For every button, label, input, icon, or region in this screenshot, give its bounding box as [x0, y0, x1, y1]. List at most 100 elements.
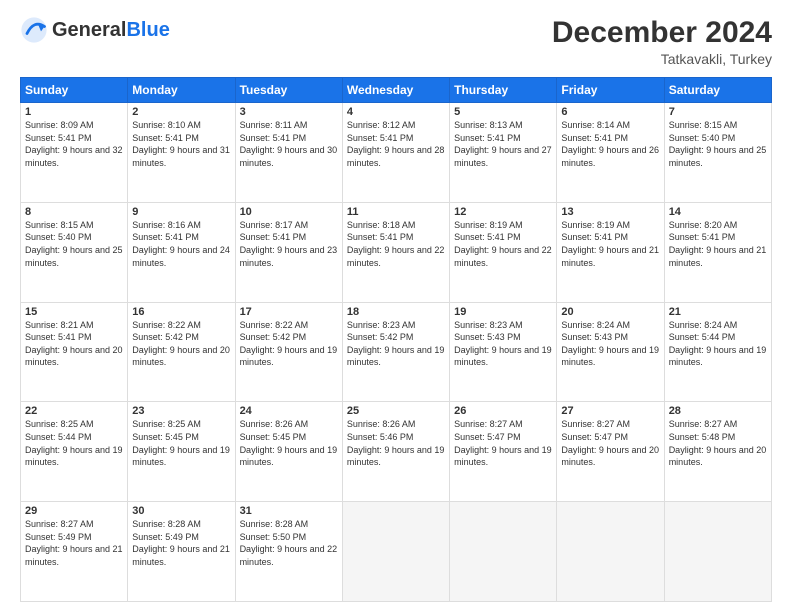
- day-number: 13: [561, 206, 659, 218]
- day-number: 31: [240, 505, 338, 517]
- table-row: 13Sunrise: 8:19 AMSunset: 5:41 PMDayligh…: [557, 202, 664, 302]
- logo: GeneralBlue: [20, 16, 170, 44]
- day-number: 19: [454, 306, 552, 318]
- table-row: [557, 502, 664, 602]
- table-row: 9Sunrise: 8:16 AMSunset: 5:41 PMDaylight…: [128, 202, 235, 302]
- day-number: 11: [347, 206, 445, 218]
- day-info: Sunrise: 8:20 AMSunset: 5:41 PMDaylight:…: [669, 219, 767, 269]
- table-row: 20Sunrise: 8:24 AMSunset: 5:43 PMDayligh…: [557, 302, 664, 402]
- day-number: 12: [454, 206, 552, 218]
- day-number: 5: [454, 106, 552, 118]
- day-info: Sunrise: 8:25 AMSunset: 5:45 PMDaylight:…: [132, 418, 230, 468]
- table-row: 23Sunrise: 8:25 AMSunset: 5:45 PMDayligh…: [128, 402, 235, 502]
- day-info: Sunrise: 8:22 AMSunset: 5:42 PMDaylight:…: [132, 319, 230, 369]
- header-thursday: Thursday: [450, 78, 557, 103]
- day-info: Sunrise: 8:09 AMSunset: 5:41 PMDaylight:…: [25, 119, 123, 169]
- day-info: Sunrise: 8:10 AMSunset: 5:41 PMDaylight:…: [132, 119, 230, 169]
- day-number: 22: [25, 405, 123, 417]
- header-wednesday: Wednesday: [342, 78, 449, 103]
- day-number: 6: [561, 106, 659, 118]
- day-number: 16: [132, 306, 230, 318]
- table-row: 2Sunrise: 8:10 AMSunset: 5:41 PMDaylight…: [128, 103, 235, 203]
- day-info: Sunrise: 8:19 AMSunset: 5:41 PMDaylight:…: [561, 219, 659, 269]
- day-info: Sunrise: 8:23 AMSunset: 5:43 PMDaylight:…: [454, 319, 552, 369]
- header-friday: Friday: [557, 78, 664, 103]
- day-number: 30: [132, 505, 230, 517]
- logo-icon: [20, 16, 48, 44]
- table-row: [342, 502, 449, 602]
- header-sunday: Sunday: [21, 78, 128, 103]
- day-number: 28: [669, 405, 767, 417]
- table-row: 15Sunrise: 8:21 AMSunset: 5:41 PMDayligh…: [21, 302, 128, 402]
- day-info: Sunrise: 8:24 AMSunset: 5:44 PMDaylight:…: [669, 319, 767, 369]
- table-row: 1Sunrise: 8:09 AMSunset: 5:41 PMDaylight…: [21, 103, 128, 203]
- table-row: 4Sunrise: 8:12 AMSunset: 5:41 PMDaylight…: [342, 103, 449, 203]
- day-info: Sunrise: 8:14 AMSunset: 5:41 PMDaylight:…: [561, 119, 659, 169]
- day-number: 14: [669, 206, 767, 218]
- day-number: 3: [240, 106, 338, 118]
- table-row: 6Sunrise: 8:14 AMSunset: 5:41 PMDaylight…: [557, 103, 664, 203]
- calendar-table: Sunday Monday Tuesday Wednesday Thursday…: [20, 77, 772, 602]
- day-info: Sunrise: 8:22 AMSunset: 5:42 PMDaylight:…: [240, 319, 338, 369]
- table-row: 14Sunrise: 8:20 AMSunset: 5:41 PMDayligh…: [664, 202, 771, 302]
- title-block: December 2024 Tatkavakli, Turkey: [552, 16, 772, 67]
- day-number: 27: [561, 405, 659, 417]
- day-number: 18: [347, 306, 445, 318]
- day-number: 2: [132, 106, 230, 118]
- table-row: 22Sunrise: 8:25 AMSunset: 5:44 PMDayligh…: [21, 402, 128, 502]
- day-info: Sunrise: 8:19 AMSunset: 5:41 PMDaylight:…: [454, 219, 552, 269]
- day-info: Sunrise: 8:23 AMSunset: 5:42 PMDaylight:…: [347, 319, 445, 369]
- table-row: 24Sunrise: 8:26 AMSunset: 5:45 PMDayligh…: [235, 402, 342, 502]
- table-row: 30Sunrise: 8:28 AMSunset: 5:49 PMDayligh…: [128, 502, 235, 602]
- day-info: Sunrise: 8:21 AMSunset: 5:41 PMDaylight:…: [25, 319, 123, 369]
- table-row: 8Sunrise: 8:15 AMSunset: 5:40 PMDaylight…: [21, 202, 128, 302]
- table-row: 27Sunrise: 8:27 AMSunset: 5:47 PMDayligh…: [557, 402, 664, 502]
- header-monday: Monday: [128, 78, 235, 103]
- day-number: 8: [25, 206, 123, 218]
- table-row: [450, 502, 557, 602]
- logo-blue: Blue: [126, 19, 169, 42]
- page: GeneralBlue December 2024 Tatkavakli, Tu…: [0, 0, 792, 612]
- day-number: 9: [132, 206, 230, 218]
- day-number: 20: [561, 306, 659, 318]
- day-info: Sunrise: 8:17 AMSunset: 5:41 PMDaylight:…: [240, 219, 338, 269]
- table-row: 19Sunrise: 8:23 AMSunset: 5:43 PMDayligh…: [450, 302, 557, 402]
- day-info: Sunrise: 8:27 AMSunset: 5:47 PMDaylight:…: [561, 418, 659, 468]
- calendar-week-3: 15Sunrise: 8:21 AMSunset: 5:41 PMDayligh…: [21, 302, 772, 402]
- table-row: 12Sunrise: 8:19 AMSunset: 5:41 PMDayligh…: [450, 202, 557, 302]
- table-row: 7Sunrise: 8:15 AMSunset: 5:40 PMDaylight…: [664, 103, 771, 203]
- table-row: 18Sunrise: 8:23 AMSunset: 5:42 PMDayligh…: [342, 302, 449, 402]
- day-info: Sunrise: 8:27 AMSunset: 5:47 PMDaylight:…: [454, 418, 552, 468]
- table-row: 26Sunrise: 8:27 AMSunset: 5:47 PMDayligh…: [450, 402, 557, 502]
- day-info: Sunrise: 8:27 AMSunset: 5:49 PMDaylight:…: [25, 518, 123, 568]
- day-number: 29: [25, 505, 123, 517]
- day-number: 23: [132, 405, 230, 417]
- day-info: Sunrise: 8:15 AMSunset: 5:40 PMDaylight:…: [25, 219, 123, 269]
- table-row: 3Sunrise: 8:11 AMSunset: 5:41 PMDaylight…: [235, 103, 342, 203]
- day-number: 1: [25, 106, 123, 118]
- day-number: 7: [669, 106, 767, 118]
- header: GeneralBlue December 2024 Tatkavakli, Tu…: [20, 16, 772, 67]
- day-number: 21: [669, 306, 767, 318]
- day-info: Sunrise: 8:28 AMSunset: 5:50 PMDaylight:…: [240, 518, 338, 568]
- day-number: 15: [25, 306, 123, 318]
- table-row: 5Sunrise: 8:13 AMSunset: 5:41 PMDaylight…: [450, 103, 557, 203]
- day-number: 4: [347, 106, 445, 118]
- table-row: 31Sunrise: 8:28 AMSunset: 5:50 PMDayligh…: [235, 502, 342, 602]
- day-info: Sunrise: 8:27 AMSunset: 5:48 PMDaylight:…: [669, 418, 767, 468]
- day-number: 25: [347, 405, 445, 417]
- subtitle: Tatkavakli, Turkey: [552, 51, 772, 67]
- header-saturday: Saturday: [664, 78, 771, 103]
- table-row: 16Sunrise: 8:22 AMSunset: 5:42 PMDayligh…: [128, 302, 235, 402]
- day-number: 10: [240, 206, 338, 218]
- calendar-header-row: Sunday Monday Tuesday Wednesday Thursday…: [21, 78, 772, 103]
- header-tuesday: Tuesday: [235, 78, 342, 103]
- table-row: 25Sunrise: 8:26 AMSunset: 5:46 PMDayligh…: [342, 402, 449, 502]
- table-row: 21Sunrise: 8:24 AMSunset: 5:44 PMDayligh…: [664, 302, 771, 402]
- main-title: December 2024: [552, 16, 772, 49]
- table-row: [664, 502, 771, 602]
- day-number: 17: [240, 306, 338, 318]
- day-info: Sunrise: 8:13 AMSunset: 5:41 PMDaylight:…: [454, 119, 552, 169]
- table-row: 11Sunrise: 8:18 AMSunset: 5:41 PMDayligh…: [342, 202, 449, 302]
- table-row: 28Sunrise: 8:27 AMSunset: 5:48 PMDayligh…: [664, 402, 771, 502]
